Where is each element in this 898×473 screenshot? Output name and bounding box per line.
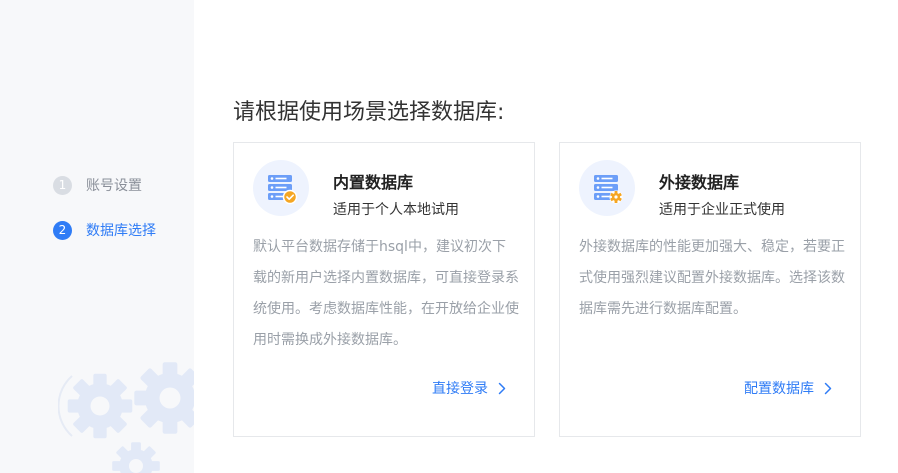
- card-subtitle: 适用于企业正式使用: [659, 202, 785, 218]
- step-database-selection[interactable]: 2 数据库选择: [53, 219, 156, 241]
- builtin-database-card[interactable]: 内置数据库 适用于个人本地试用 默认平台数据存储于hsql中，建议初次下载的新用…: [233, 142, 535, 437]
- card-description: 外接数据库的性能更加强大、稳定，若要正式使用强烈建议配置外接数据库。选择该数据库…: [579, 239, 845, 317]
- configure-database-link[interactable]: 配置数据库: [744, 378, 832, 398]
- card-description: 默认平台数据存储于hsql中，建议初次下载的新用户选择内置数据库，可直接登录系统…: [253, 239, 519, 348]
- step-list: 1 账号设置 2 数据库选择: [53, 174, 156, 264]
- chevron-right-icon: [498, 382, 506, 395]
- page-title: 请根据使用场景选择数据库:: [233, 100, 505, 125]
- wizard-sidebar: 1 账号设置 2 数据库选择: [0, 0, 194, 473]
- database-server-gear-icon: [579, 160, 635, 216]
- setup-wizard-page: 1 账号设置 2 数据库选择 请根据使用场景选择数据库: 内置数据库 适用于个人…: [0, 0, 898, 473]
- step-number: 1: [53, 175, 72, 195]
- card-title: 内置数据库: [333, 173, 414, 192]
- decorative-gears-icon: [58, 362, 194, 473]
- step-label: 数据库选择: [86, 223, 156, 239]
- step-number: 2: [53, 220, 72, 240]
- chevron-right-icon: [824, 382, 832, 395]
- card-subtitle: 适用于个人本地试用: [333, 202, 459, 218]
- card-title: 外接数据库: [659, 173, 740, 192]
- direct-login-link[interactable]: 直接登录: [432, 378, 506, 398]
- database-server-check-icon: [253, 160, 309, 216]
- link-label: 直接登录: [432, 381, 488, 397]
- external-database-card[interactable]: 外接数据库 适用于企业正式使用 外接数据库的性能更加强大、稳定，若要正式使用强烈…: [559, 142, 861, 437]
- link-label: 配置数据库: [744, 381, 814, 397]
- step-account-settings[interactable]: 1 账号设置: [53, 174, 156, 196]
- step-label: 账号设置: [86, 178, 142, 194]
